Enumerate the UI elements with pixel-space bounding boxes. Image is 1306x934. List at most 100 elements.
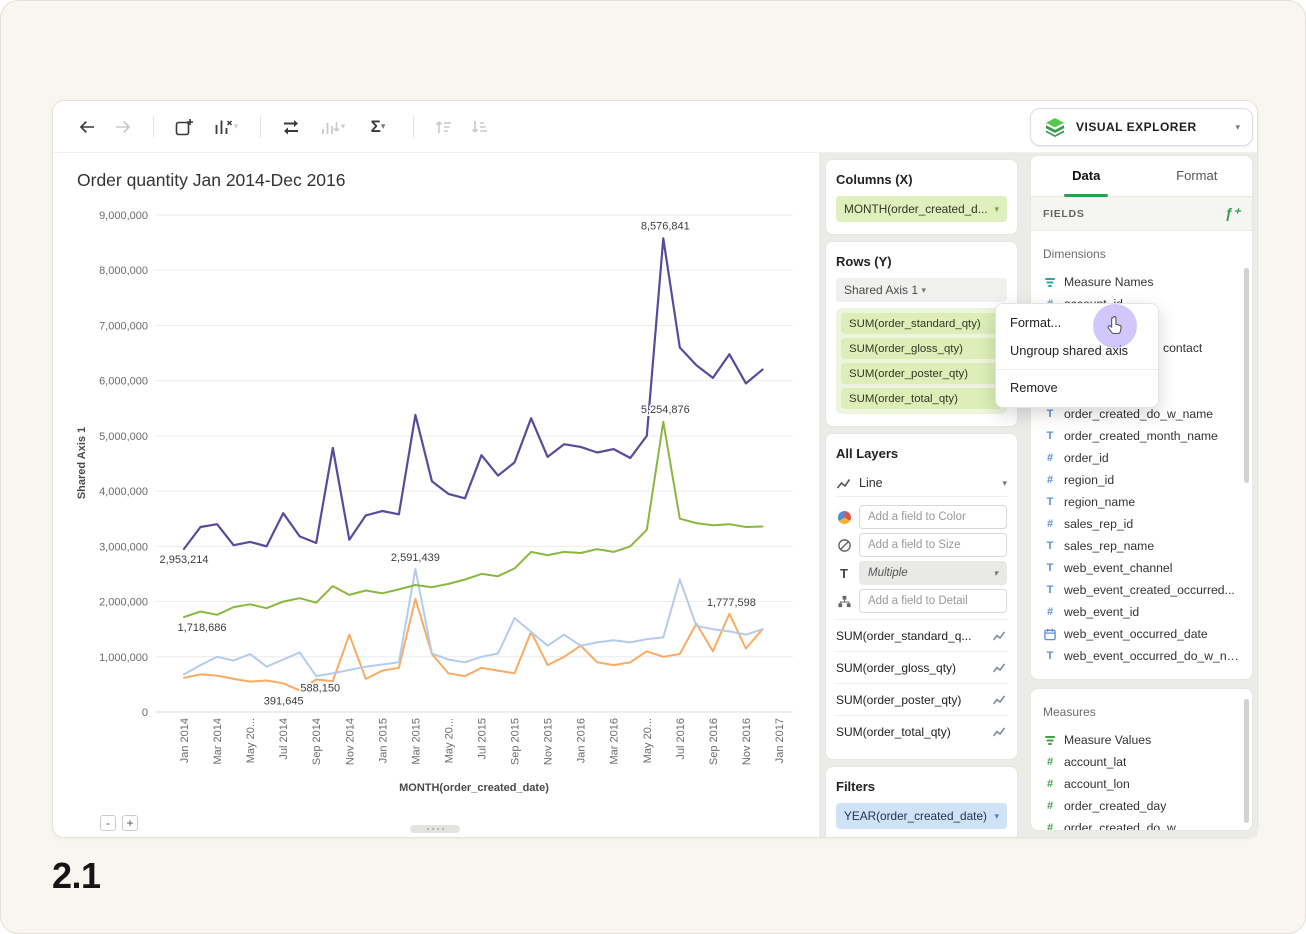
field-item-region-name[interactable]: Tregion_name — [1043, 491, 1240, 513]
field-item-web-event-channel[interactable]: Tweb_event_channel — [1043, 557, 1240, 579]
rows-pill-sum-order-poster-qty[interactable]: SUM(order_poster_qty) — [841, 363, 1002, 384]
x-tick-label: Jan 2014 — [179, 718, 191, 763]
clear-chart-icon — [212, 116, 234, 138]
text-icon: T — [836, 566, 852, 581]
aggregate-button[interactable]: Σ ▾ — [356, 111, 400, 143]
data-label: 391,645 — [264, 695, 304, 707]
tab-data[interactable]: Data — [1031, 156, 1142, 196]
measures-section: Measures Measure Values#account_lat#acco… — [1031, 689, 1252, 831]
chevron-down-icon: ▾ — [993, 569, 998, 578]
y-tick-label: 1,000,000 — [99, 652, 148, 664]
series-line-sum-order-standard-qty[interactable] — [184, 422, 763, 617]
zoom-in-button[interactable]: + — [122, 815, 138, 831]
field-item-web-event-id[interactable]: #web_event_id — [1043, 601, 1240, 623]
chevron-down-icon: ▾ — [994, 811, 999, 822]
field-item-sales-rep-id[interactable]: #sales_rep_id — [1043, 513, 1240, 535]
line-chart-icon — [992, 630, 1007, 642]
x-tick-label: Nov 2014 — [344, 718, 356, 765]
detail-icon — [836, 594, 852, 609]
menu-item-remove[interactable]: Remove — [996, 374, 1158, 402]
back-button[interactable] — [70, 111, 104, 143]
text-field-icon: T — [1043, 430, 1057, 442]
x-tick-label: Sep 2016 — [708, 718, 720, 765]
filters-pill-year-order-created-date[interactable]: YEAR(order_created_date) ▾ — [836, 803, 1007, 829]
field-item-web-event-occurred-do-w-na[interactable]: Tweb_event_occurred_do_w_na... — [1043, 645, 1240, 667]
swap-axes-button[interactable] — [274, 111, 308, 143]
dimensions-label: Dimensions — [1043, 245, 1240, 263]
chevron-down-icon: ▾ — [994, 204, 999, 215]
dimensions-section: Dimensions Measure Names#account_idconta… — [1031, 231, 1252, 667]
field-item-web-event-occurred-date[interactable]: web_event_occurred_date — [1043, 623, 1240, 645]
text-field-icon: T — [1043, 584, 1057, 596]
menu-item-ungroup-shared-axis[interactable]: Ungroup shared axis — [996, 337, 1158, 365]
columns-shelf-title: Columns (X) — [836, 172, 1007, 187]
number-field-icon: # — [1043, 606, 1057, 618]
field-item-order-id[interactable]: #order_id — [1043, 447, 1240, 469]
chevron-down-icon: ▾ — [381, 122, 386, 131]
layer-measure-row[interactable]: SUM(order_poster_qty) — [836, 683, 1007, 715]
field-slot-size[interactable]: Add a field to Size — [859, 533, 1007, 557]
shared-axis-dropdown[interactable]: Shared Axis 1 ▾ — [836, 278, 1007, 302]
rows-shelf-title: Rows (Y) — [836, 254, 1007, 269]
vertical-scrollbar-thumb[interactable] — [1244, 699, 1249, 823]
rows-pill-sum-order-gloss-qty[interactable]: SUM(order_gloss_qty) — [841, 338, 1002, 359]
layer-measure-row[interactable]: SUM(order_total_qty) — [836, 715, 1007, 747]
horizontal-scrollbar-handle[interactable] — [410, 825, 460, 833]
x-tick-label: May 20... — [245, 718, 257, 763]
field-item-sales-rep-name[interactable]: Tsales_rep_name — [1043, 535, 1240, 557]
layer-measure-row[interactable]: SUM(order_gloss_qty) — [836, 651, 1007, 683]
x-axis-title: MONTH(order_created_date) — [399, 782, 549, 794]
workspace: Order quantity Jan 2014-Dec 2016 01,000,… — [53, 153, 1257, 837]
field-slot-detail[interactable]: Add a field to Detail — [859, 589, 1007, 613]
rows-pill-sum-order-standard-qty[interactable]: SUM(order_standard_qty) — [841, 313, 1002, 334]
visual-explorer-button[interactable]: VISUAL EXPLORER ▾ — [1030, 108, 1253, 146]
field-item-account-lon[interactable]: #account_lon — [1043, 773, 1240, 795]
toolbar-divider — [153, 116, 154, 138]
chart-sort-button[interactable]: ▾ — [310, 111, 354, 143]
series-line-sum-order-poster-qty[interactable] — [184, 599, 763, 691]
series-line-sum-order-total-qty[interactable] — [184, 238, 763, 549]
field-slot-color[interactable]: Add a field to Color — [859, 505, 1007, 529]
x-tick-label: Jan 2016 — [576, 718, 588, 763]
chevron-down-icon: ▾ — [1002, 479, 1007, 488]
field-item-region-id[interactable]: #region_id — [1043, 469, 1240, 491]
columns-pill-month-order-created-date[interactable]: MONTH(order_created_d... ▾ — [836, 196, 1007, 222]
x-tick-label: Jul 2015 — [477, 718, 489, 760]
add-calculated-field-icon[interactable]: ƒ⁺ — [1225, 205, 1240, 222]
field-item-order-created-do-w[interactable]: #order_created_do_w — [1043, 817, 1240, 831]
series-line-sum-order-gloss-qty[interactable] — [184, 569, 763, 676]
chart-type-dropdown[interactable]: Line ▾ — [836, 470, 1007, 497]
y-tick-label: 0 — [142, 707, 148, 719]
field-item-order-created-day[interactable]: #order_created_day — [1043, 795, 1240, 817]
text-field-icon: T — [1043, 408, 1057, 420]
field-item-account-lat[interactable]: #account_lat — [1043, 751, 1240, 773]
zoom-out-button[interactable]: - — [100, 815, 116, 831]
number-field-icon: # — [1043, 452, 1057, 464]
number-field-icon: # — [1043, 756, 1057, 768]
layer-measure-row[interactable]: SUM(order_standard_q... — [836, 619, 1007, 651]
line-chart[interactable]: 01,000,0002,000,0003,000,0004,000,0005,0… — [77, 201, 817, 821]
sort-descending-button[interactable] — [463, 111, 497, 143]
sort-ascending-icon — [433, 116, 455, 138]
data-label: 2,591,439 — [391, 552, 440, 564]
forward-button[interactable] — [106, 111, 140, 143]
field-item-measure-names[interactable]: Measure Names — [1043, 271, 1240, 293]
vertical-scrollbar-thumb[interactable] — [1244, 268, 1249, 483]
x-tick-label: Jul 2014 — [278, 718, 290, 760]
sort-ascending-button[interactable] — [427, 111, 461, 143]
layer-slot-row-detail: Add a field to Detail — [836, 589, 1007, 613]
field-item-web-event-created-occurred[interactable]: Tweb_event_created_occurred... — [1043, 579, 1240, 601]
x-tick-label: Mar 2015 — [410, 718, 422, 764]
number-field-icon: # — [1043, 800, 1057, 812]
rows-pill-sum-order-total-qty[interactable]: SUM(order_total_qty) — [841, 388, 1002, 409]
version-label: 2.1 — [52, 855, 101, 897]
duplicate-visualization-button[interactable] — [167, 111, 201, 143]
clear-visualization-button[interactable]: ▾ — [203, 111, 247, 143]
data-label: 8,576,841 — [641, 220, 690, 232]
tab-format[interactable]: Format — [1142, 156, 1253, 196]
field-slot-text[interactable]: Multiple▾ — [859, 561, 1007, 585]
layer-slot-row-color: Add a field to Color — [836, 505, 1007, 529]
data-label: 1,718,686 — [178, 622, 227, 634]
field-item-order-created-month-name[interactable]: Torder_created_month_name — [1043, 425, 1240, 447]
field-item-measure-values[interactable]: Measure Values — [1043, 729, 1240, 751]
